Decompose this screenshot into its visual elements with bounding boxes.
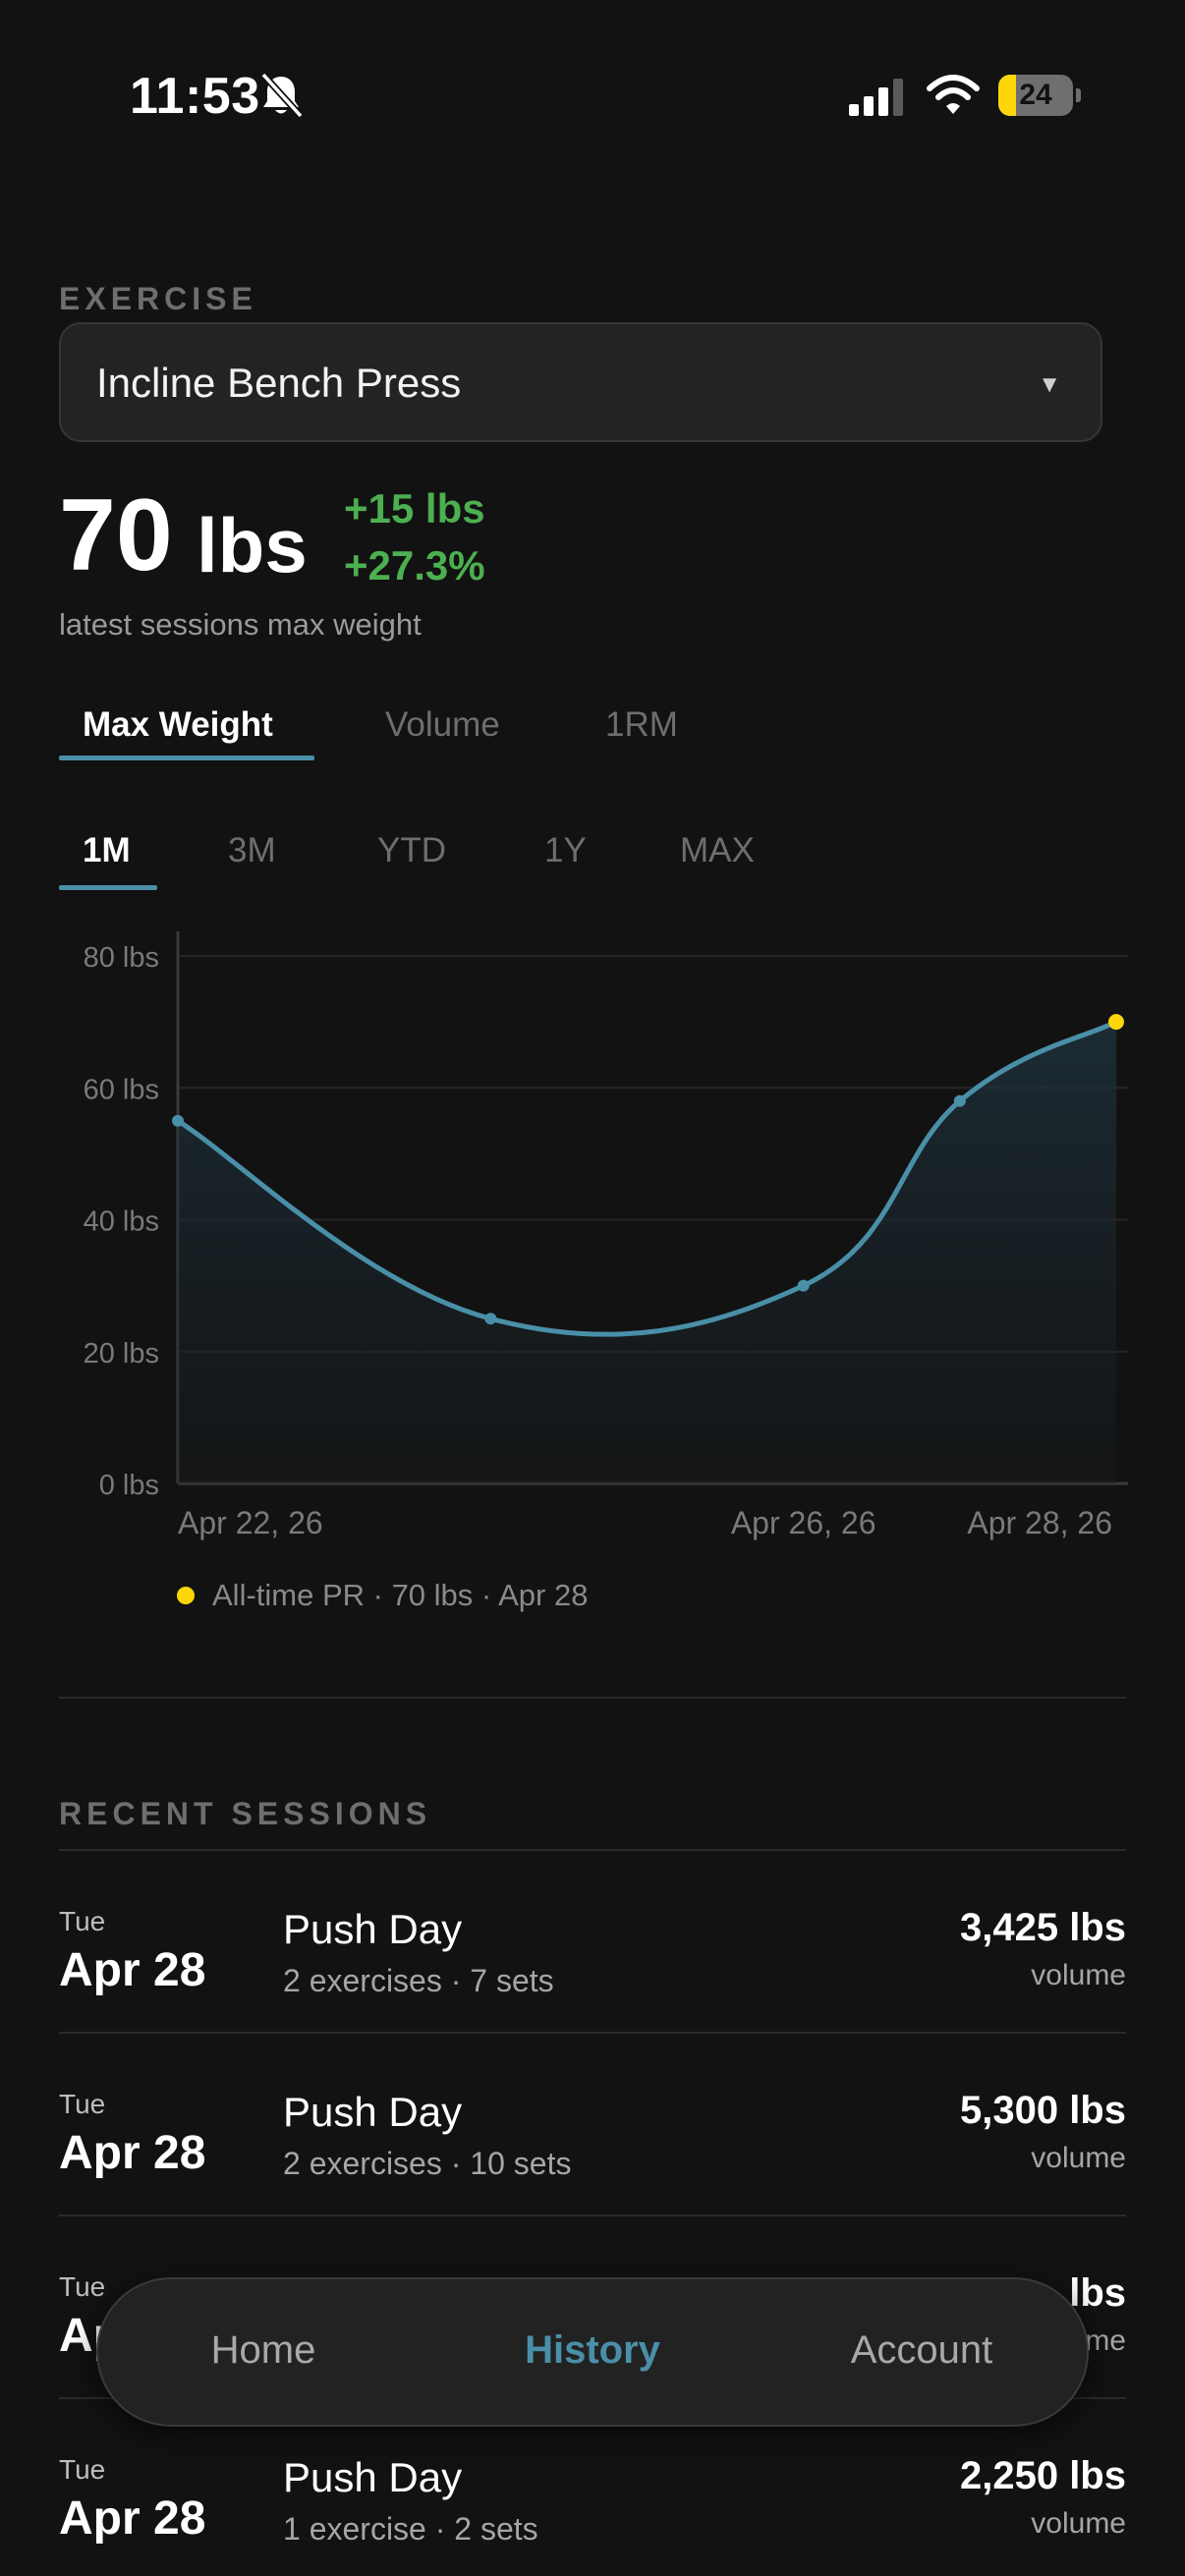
session-meta: 2 exercises · 10 sets: [283, 2146, 572, 2181]
tab-max-weight[interactable]: Max Weight: [83, 705, 273, 745]
weight-change-percent: +27.3%: [344, 542, 485, 588]
status-bar: 11:53 24: [0, 0, 1185, 196]
exercise-dropdown[interactable]: Incline Bench Press ▼: [59, 322, 1102, 442]
exercise-section-label: EXERCISE: [59, 281, 257, 316]
exercise-selected-value: Incline Bench Press: [96, 360, 462, 406]
session-volume-label: me: [1085, 2324, 1126, 2357]
session-volume: 2,250 lbs: [959, 2454, 1126, 2497]
session-volume-label: volume: [1031, 1959, 1126, 1991]
session-volume: 3,425 lbs: [959, 1906, 1126, 1949]
data-point: [953, 1094, 966, 1107]
max-weight-value: 70: [59, 478, 173, 592]
session-row[interactable]: Tue Apr 28 Push Day 2 exercises · 10 set…: [59, 2032, 1126, 2214]
session-name: Push Day: [283, 2454, 463, 2500]
session-name: Push Day: [283, 1906, 463, 1952]
max-weight-chart: 80 lbs 60 lbs 40 lbs 20 lbs 0 lbs Apr 22, 26 A…: [84, 931, 1128, 1540]
tab-volume[interactable]: Volume: [385, 705, 500, 745]
session-day: Tue: [59, 2271, 106, 2302]
range-3m[interactable]: 3M: [228, 831, 276, 870]
bottom-navigation: Home History Account: [96, 2277, 1089, 2427]
y-tick-label: 20 lbs: [84, 1338, 159, 1370]
y-tick-label: 80 lbs: [84, 942, 159, 974]
session-name: Push Day: [283, 2089, 463, 2135]
x-tick-label: Apr 26, 26: [731, 1505, 876, 1540]
max-weight-unit: lbs: [197, 502, 308, 588]
session-day: Tue: [59, 2089, 106, 2119]
y-tick-label: 40 lbs: [84, 1206, 159, 1238]
cellular-signal-icon: [849, 79, 903, 116]
nav-history[interactable]: History: [465, 2328, 720, 2373]
weight-change-absolute: +15 lbs: [344, 485, 485, 532]
section-divider: [59, 1697, 1126, 1699]
x-tick-label: Apr 28, 26: [967, 1505, 1112, 1540]
bell-slash-icon: [260, 72, 304, 119]
recent-sessions-label: RECENT SESSIONS: [59, 1796, 432, 1831]
range-1m[interactable]: 1M: [83, 831, 131, 870]
all-time-pr-note: All-time PR · 70 lbs · Apr 28: [212, 1578, 589, 1612]
session-row[interactable]: Tue Apr 28 Push Day 2 exercises · 7 sets…: [59, 1849, 1126, 2032]
metric-tab-indicator: [59, 756, 314, 760]
data-point: [484, 1313, 497, 1325]
tab-1rm[interactable]: 1RM: [605, 705, 678, 745]
session-volume-label: volume: [1031, 2142, 1126, 2174]
data-point: [172, 1114, 184, 1127]
nav-account[interactable]: Account: [794, 2328, 1049, 2373]
range-ytd[interactable]: YTD: [377, 831, 446, 870]
pr-marker-icon: [177, 1587, 195, 1604]
battery-percent: 24: [1019, 79, 1052, 111]
session-day: Tue: [59, 2454, 106, 2485]
y-tick-label: 0 lbs: [99, 1470, 159, 1501]
pr-data-point: [1108, 1014, 1124, 1031]
chevron-down-icon: ▼: [1038, 371, 1061, 398]
session-date: Apr 28: [59, 1944, 206, 1996]
range-max[interactable]: MAX: [680, 831, 755, 870]
session-volume: lbs: [1069, 2271, 1126, 2315]
wifi-icon: [927, 75, 980, 114]
status-time: 11:53: [130, 68, 260, 125]
y-tick-label: 60 lbs: [84, 1074, 159, 1105]
range-1y[interactable]: 1Y: [544, 831, 587, 870]
session-volume-label: volume: [1031, 2507, 1126, 2540]
x-tick-label: Apr 22, 26: [178, 1505, 323, 1540]
summary-caption: latest sessions max weight: [59, 607, 422, 642]
session-volume: 5,300 lbs: [959, 2089, 1126, 2132]
data-point: [797, 1279, 810, 1292]
nav-home[interactable]: Home: [136, 2328, 391, 2373]
range-tab-indicator: [59, 885, 157, 890]
session-meta: 2 exercises · 7 sets: [283, 1963, 554, 1998]
battery-icon: 24: [998, 75, 1081, 116]
session-meta: 1 exercise · 2 sets: [283, 2511, 538, 2547]
session-date: Apr 28: [59, 2127, 206, 2179]
session-day: Tue: [59, 1906, 106, 1936]
history-screen: 11:53 24 EXERCISE Incline Bench Press ▼ …: [0, 0, 1185, 2576]
session-date: Apr 28: [59, 2492, 206, 2545]
